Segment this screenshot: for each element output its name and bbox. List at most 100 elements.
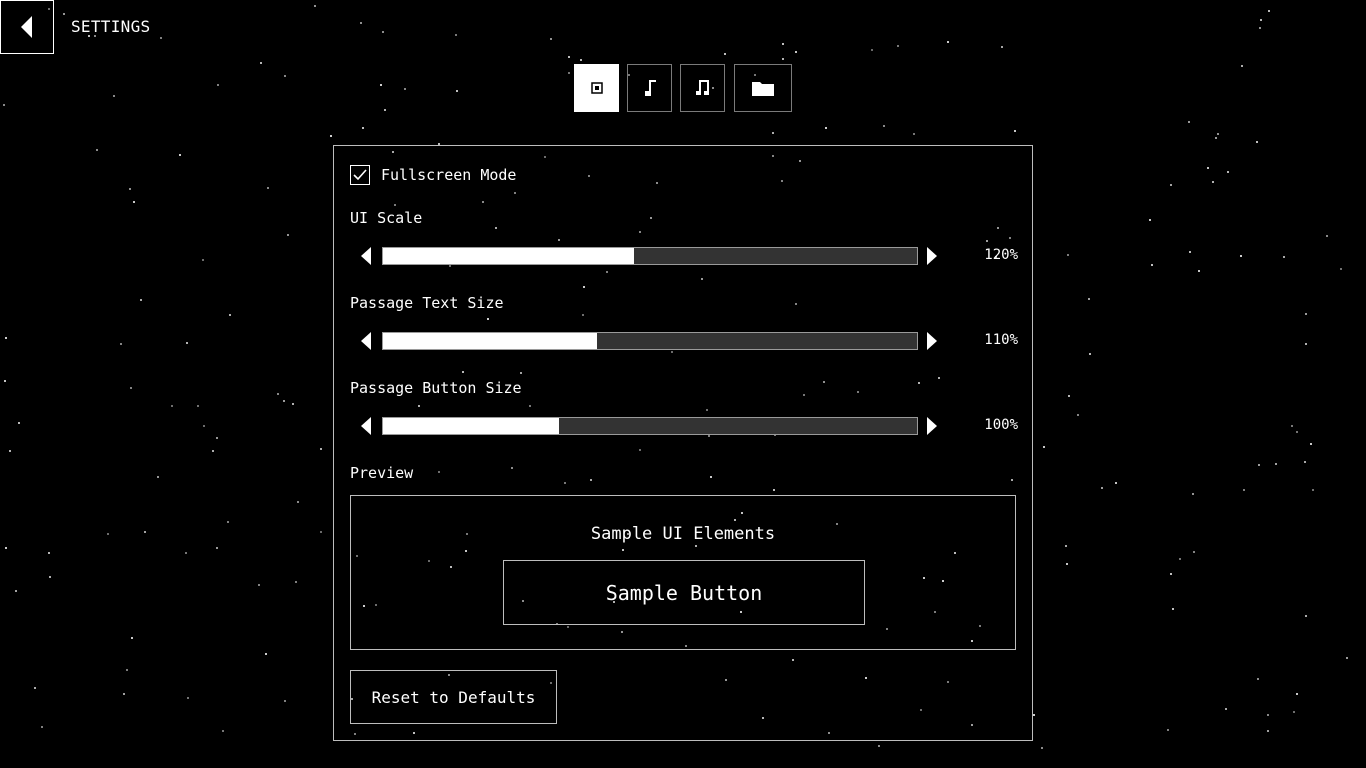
star	[825, 127, 827, 129]
star	[1207, 167, 1209, 169]
passage-button-size-track[interactable]	[382, 417, 918, 435]
star	[568, 72, 570, 74]
arrow-left-icon	[361, 247, 371, 265]
passage-button-size-slider: 100%	[350, 416, 1018, 436]
star	[265, 653, 267, 655]
star	[140, 299, 142, 301]
star	[41, 726, 43, 728]
star	[5, 337, 7, 339]
star	[260, 62, 262, 64]
star	[1115, 482, 1117, 484]
star	[456, 90, 458, 92]
star	[96, 149, 98, 151]
star	[258, 584, 260, 586]
star	[1340, 268, 1342, 270]
star	[3, 104, 5, 106]
star	[5, 547, 7, 549]
star	[362, 127, 364, 129]
star	[455, 34, 457, 36]
star	[947, 41, 949, 43]
star	[1260, 19, 1262, 21]
star	[1241, 65, 1243, 67]
sample-button[interactable]: Sample Button	[503, 560, 865, 625]
star	[1275, 463, 1277, 465]
star	[1170, 184, 1172, 186]
star	[1312, 489, 1314, 491]
ui-scale-track[interactable]	[382, 247, 918, 265]
star	[795, 51, 797, 53]
star	[1256, 141, 1258, 143]
star	[48, 552, 50, 554]
passage-text-size-increase-button[interactable]	[922, 331, 942, 351]
star	[133, 201, 135, 203]
ui-scale-increase-button[interactable]	[922, 246, 942, 266]
star	[1217, 133, 1219, 135]
star	[130, 387, 132, 389]
star	[1283, 256, 1285, 258]
passage-text-size-fill	[383, 333, 597, 349]
passage-text-size-decrease-button[interactable]	[356, 331, 376, 351]
music-notes-icon	[695, 80, 709, 95]
star	[1212, 181, 1214, 183]
star	[380, 84, 382, 86]
preview-title: Sample UI Elements	[590, 524, 776, 544]
display-icon	[590, 82, 603, 94]
passage-text-size-track[interactable]	[382, 332, 918, 350]
star	[1088, 298, 1090, 300]
star	[120, 343, 122, 345]
arrow-right-icon	[927, 417, 937, 435]
star	[314, 5, 316, 7]
passage-text-size-value: 110%	[984, 332, 1018, 348]
star	[18, 422, 20, 424]
star	[724, 53, 726, 55]
star	[1193, 551, 1195, 553]
star	[216, 547, 218, 549]
passage-button-size-decrease-button[interactable]	[356, 416, 376, 436]
tab-display[interactable]	[574, 64, 619, 112]
star	[1225, 708, 1227, 710]
star	[187, 697, 189, 699]
preview-label: Preview	[350, 464, 414, 482]
star	[1310, 443, 1312, 445]
star	[1259, 27, 1261, 29]
reset-defaults-button[interactable]: Reset to Defaults	[350, 670, 557, 724]
star	[772, 132, 774, 134]
star	[1267, 714, 1269, 716]
star	[320, 448, 322, 450]
star	[1304, 461, 1306, 463]
tab-music[interactable]	[627, 64, 672, 112]
back-button[interactable]	[0, 0, 54, 54]
passage-button-size-increase-button[interactable]	[922, 416, 942, 436]
star	[144, 531, 146, 533]
star	[216, 437, 218, 439]
star	[1179, 558, 1181, 560]
star	[185, 552, 187, 554]
tab-files[interactable]	[734, 64, 792, 112]
star	[292, 403, 294, 405]
arrow-right-icon	[927, 247, 937, 265]
star	[197, 405, 199, 407]
passage-button-size-label: Passage Button Size	[350, 379, 522, 397]
star	[1089, 353, 1091, 355]
star	[157, 476, 159, 478]
star	[1257, 678, 1259, 680]
star	[34, 687, 36, 689]
fullscreen-toggle[interactable]: Fullscreen Mode	[350, 165, 516, 185]
tab-sound[interactable]	[680, 64, 725, 112]
star	[1001, 46, 1003, 48]
star	[1227, 171, 1229, 173]
star	[203, 425, 205, 427]
star	[1296, 431, 1298, 433]
folder-icon	[752, 82, 774, 96]
star	[1326, 235, 1328, 237]
ui-scale-slider: 120%	[350, 246, 1018, 266]
star	[1267, 730, 1269, 732]
ui-scale-decrease-button[interactable]	[356, 246, 376, 266]
star	[1305, 343, 1307, 345]
star	[295, 581, 297, 583]
star	[171, 405, 173, 407]
fullscreen-checkbox[interactable]	[350, 165, 370, 185]
star	[1065, 545, 1067, 547]
star	[202, 259, 204, 261]
star	[382, 31, 384, 33]
